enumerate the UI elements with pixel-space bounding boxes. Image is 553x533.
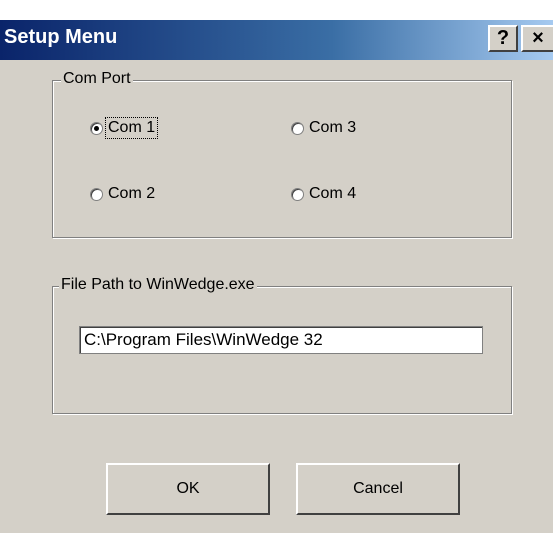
file-path-input[interactable]: [79, 326, 483, 354]
com-port-group: Com Port Com 1 Com 3 Com 2 Com 4: [52, 70, 512, 238]
radio-label-com-1: Com 1: [104, 117, 159, 139]
radio-unselected-icon: [90, 187, 103, 201]
window-title: Setup Menu: [4, 26, 118, 48]
title-bar[interactable]: Setup Menu ? ×: [0, 20, 553, 60]
radio-com-3[interactable]: Com 3: [291, 118, 358, 138]
radio-com-4[interactable]: Com 4: [291, 184, 358, 204]
radio-unselected-icon: [291, 187, 304, 201]
radio-selected-icon: [90, 121, 103, 135]
file-path-legend: File Path to WinWedge.exe: [59, 276, 257, 294]
radio-unselected-icon: [291, 121, 304, 135]
radio-label-com-2: Com 2: [108, 185, 156, 202]
close-icon: ×: [532, 27, 544, 49]
ok-button[interactable]: OK: [106, 463, 270, 515]
radio-label-com-3: Com 3: [309, 119, 357, 136]
radio-label-com-4: Com 4: [309, 185, 357, 202]
setup-dialog: Setup Menu ? × Com Port Com 1 Com 3 Com …: [0, 20, 553, 533]
help-button[interactable]: ?: [488, 25, 518, 52]
radio-com-1[interactable]: Com 1: [90, 117, 159, 139]
com-port-legend: Com Port: [61, 70, 133, 88]
radio-com-2[interactable]: Com 2: [90, 184, 157, 204]
cancel-button[interactable]: Cancel: [296, 463, 460, 515]
close-button[interactable]: ×: [521, 25, 553, 52]
help-icon: ?: [496, 27, 510, 49]
